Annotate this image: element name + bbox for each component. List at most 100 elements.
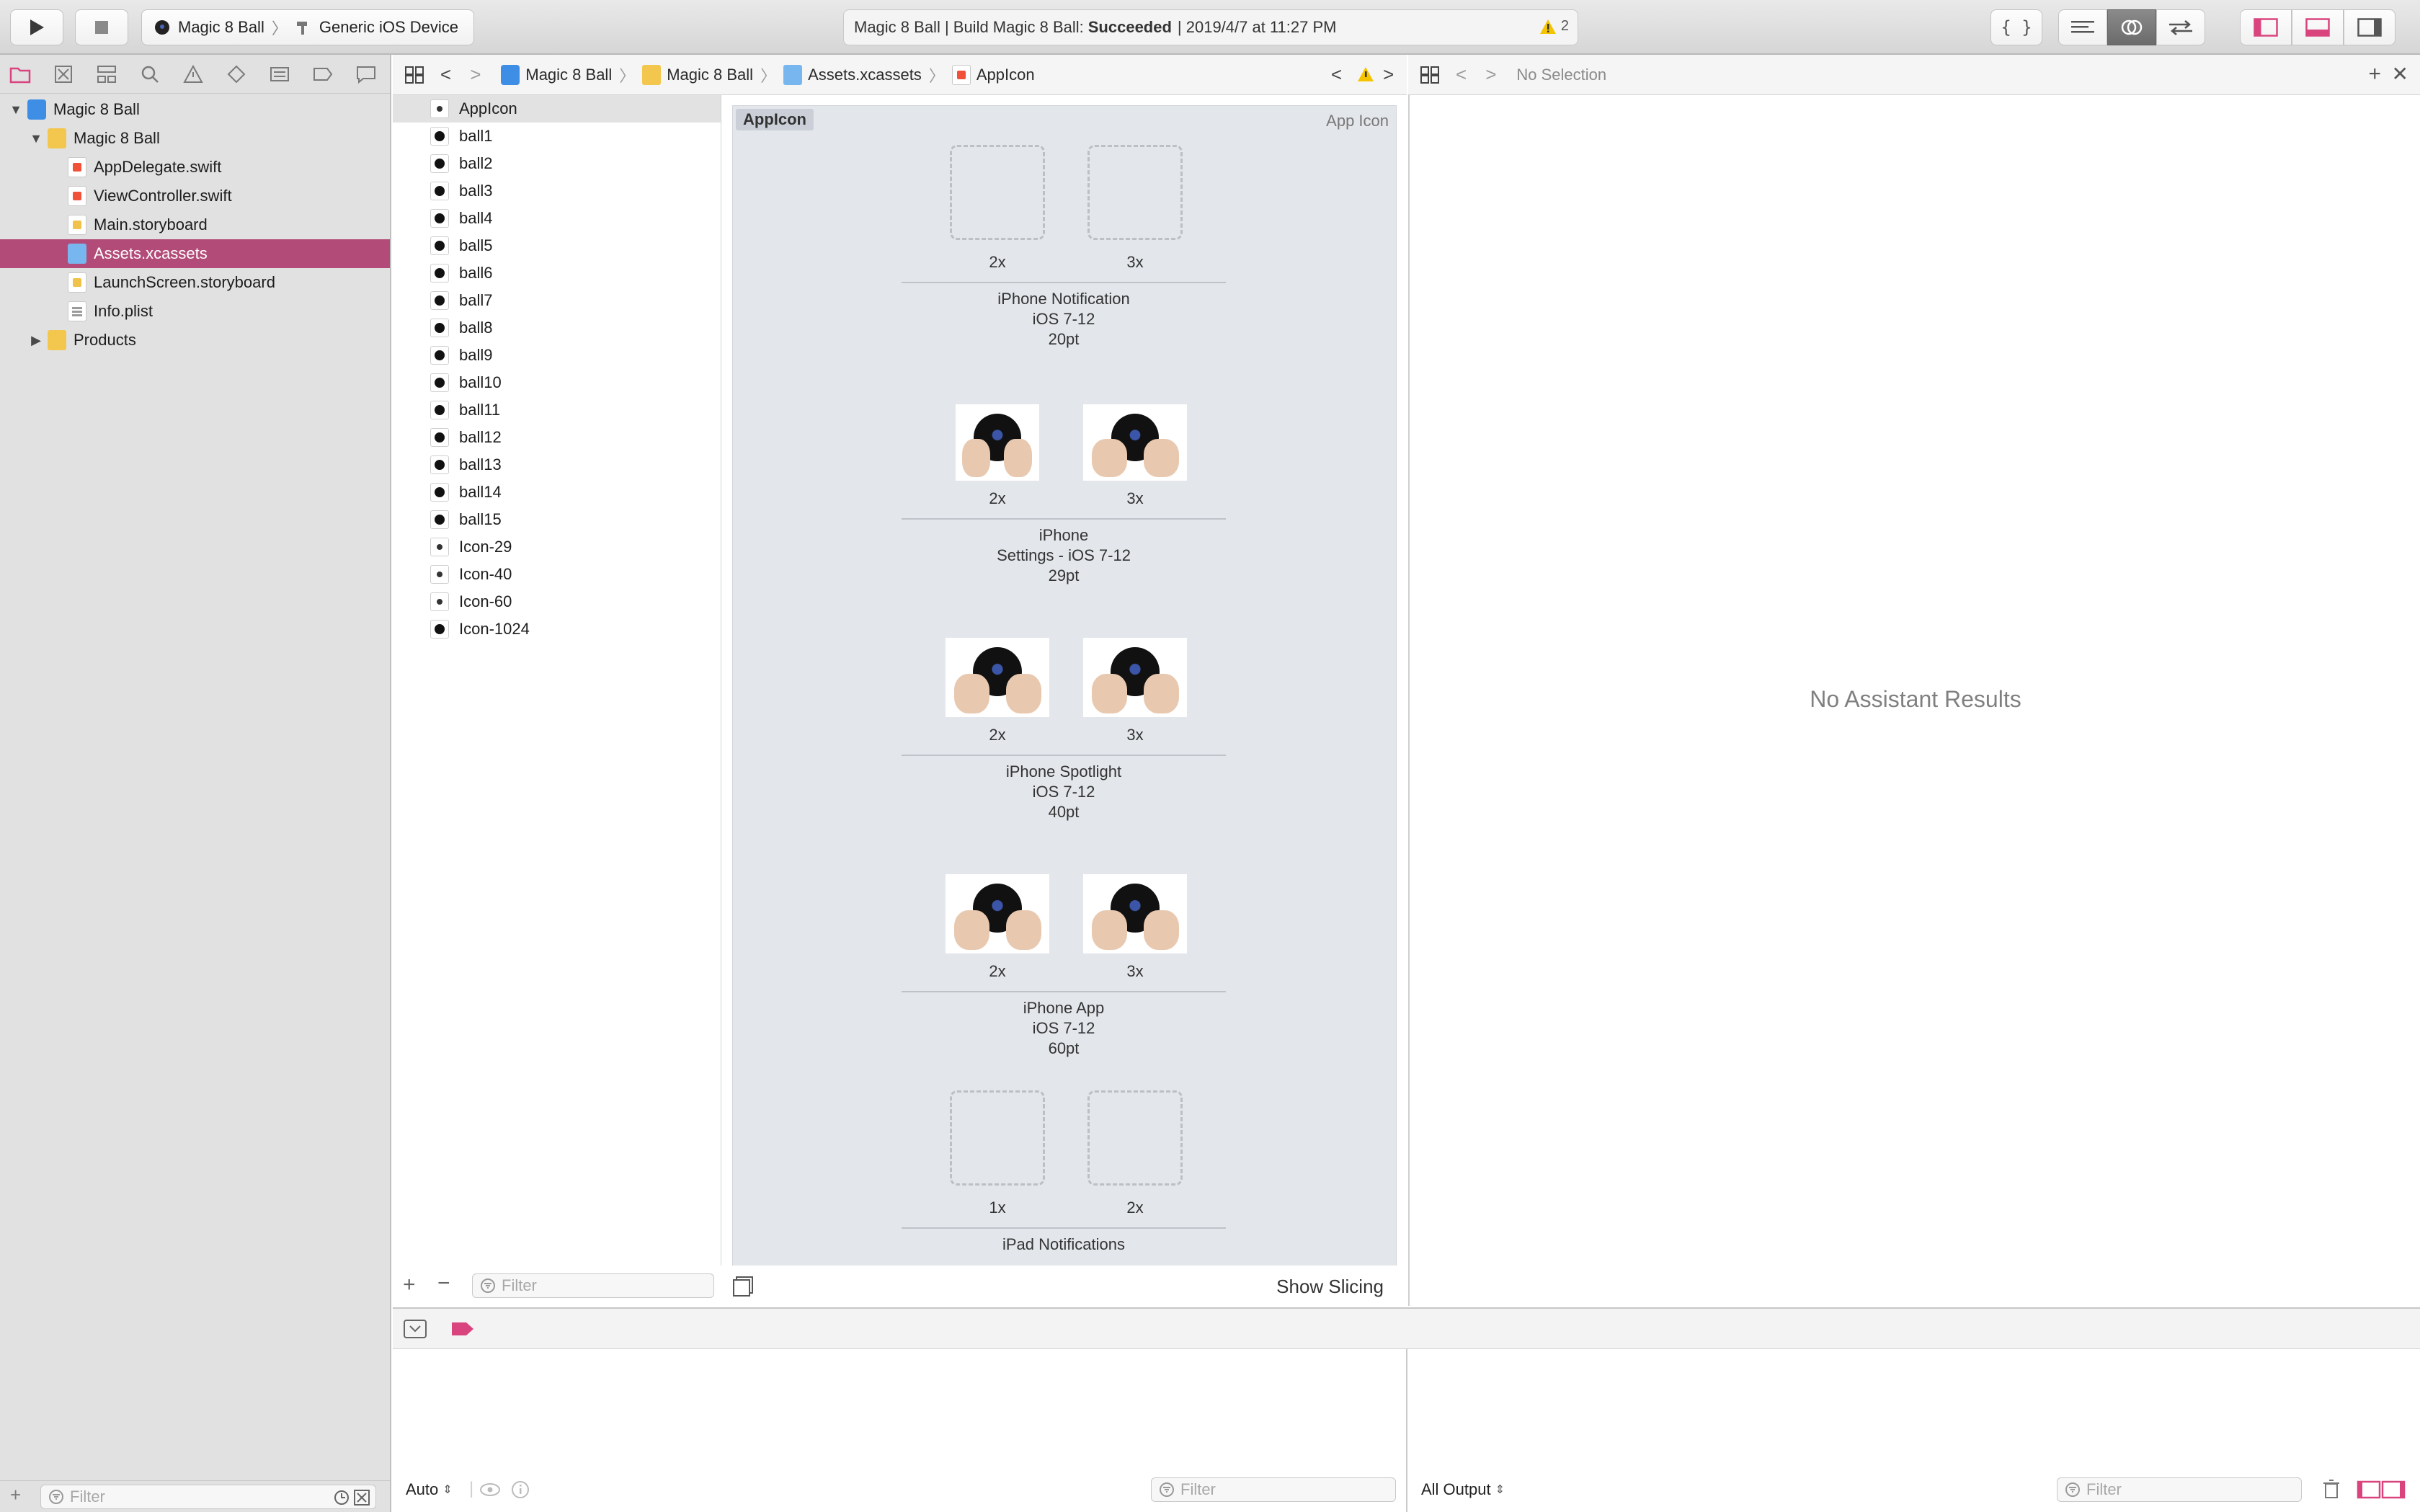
issue-icon[interactable] xyxy=(182,63,205,86)
scheme-selector[interactable]: Magic 8 Ball 〉 Generic iOS Device xyxy=(141,9,474,45)
forward-icon[interactable]: > xyxy=(1485,63,1496,86)
show-slicing-button[interactable]: Show Slicing xyxy=(1276,1276,1384,1298)
debug-icon[interactable] xyxy=(268,63,291,86)
warning-indicator[interactable]: 2 xyxy=(1539,18,1569,35)
asset-item[interactable]: ball12 xyxy=(393,424,721,451)
asset-item[interactable]: ball2 xyxy=(393,150,721,177)
magic-8-ball-icon-image[interactable] xyxy=(946,638,1049,717)
navigator-filter-field[interactable]: Filter xyxy=(40,1485,376,1509)
asset-item-label: ball7 xyxy=(459,291,493,309)
eye-icon[interactable] xyxy=(479,1482,501,1498)
add-editor-icon[interactable]: + xyxy=(2368,62,2381,86)
disclosure-open-icon[interactable]: ▼ xyxy=(29,131,43,146)
tree-item[interactable]: LaunchScreen.storyboard xyxy=(0,268,390,297)
source-control-icon[interactable] xyxy=(52,63,75,86)
magic-8-ball-icon-image[interactable] xyxy=(1083,404,1187,481)
crumb-catalog[interactable]: Assets.xcassets xyxy=(783,64,922,85)
version-editor-button[interactable] xyxy=(2156,9,2205,45)
tree-item[interactable]: ▼ Magic 8 Ball xyxy=(0,124,390,153)
assistant-editor-button[interactable] xyxy=(2107,9,2156,45)
report-icon[interactable] xyxy=(355,63,378,86)
toggle-debug-button[interactable] xyxy=(2292,9,2344,45)
asset-item[interactable]: ball11 xyxy=(393,396,721,424)
warning-icon[interactable] xyxy=(1357,66,1374,82)
asset-item[interactable]: ball5 xyxy=(393,232,721,259)
remove-asset-icon[interactable]: − xyxy=(437,1273,450,1294)
toggle-navigator-button[interactable] xyxy=(2240,9,2292,45)
back-icon[interactable]: < xyxy=(440,63,451,86)
tree-item[interactable]: ▼ Magic 8 Ball xyxy=(0,95,390,124)
split-console-icon[interactable] xyxy=(2357,1480,2407,1499)
clock-icon[interactable] xyxy=(334,1490,350,1506)
asset-item[interactable]: ball4 xyxy=(393,205,721,232)
asset-item[interactable]: Icon-60 xyxy=(393,588,721,615)
tree-item[interactable]: Assets.xcassets xyxy=(0,239,390,268)
hide-debug-area-icon[interactable] xyxy=(403,1319,427,1339)
related-items-icon[interactable] xyxy=(1420,66,1440,84)
asset-item[interactable]: ball14 xyxy=(393,479,721,506)
asset-item[interactable]: ball6 xyxy=(393,259,721,287)
tree-item[interactable]: AppDelegate.swift xyxy=(0,153,390,182)
asset-item[interactable]: Icon-40 xyxy=(393,561,721,588)
asset-item[interactable]: ball7 xyxy=(393,287,721,314)
next-issue-icon[interactable]: > xyxy=(1383,63,1394,86)
trash-icon[interactable] xyxy=(2322,1479,2341,1499)
tree-item[interactable]: ▶ Products xyxy=(0,326,390,355)
tree-item[interactable]: Info.plist xyxy=(0,297,390,326)
plus-icon[interactable]: + xyxy=(10,1485,21,1504)
search-icon[interactable] xyxy=(138,63,161,86)
add-asset-icon[interactable]: + xyxy=(403,1274,416,1296)
empty-icon-slot[interactable] xyxy=(950,1090,1045,1186)
asset-item[interactable]: Icon-29 xyxy=(393,533,721,561)
disclosure-open-icon[interactable]: ▼ xyxy=(9,102,23,117)
back-icon[interactable]: < xyxy=(1456,63,1467,86)
symbol-icon[interactable] xyxy=(95,63,118,86)
related-items-icon[interactable] xyxy=(404,66,424,84)
asset-filter-field[interactable]: Filter xyxy=(472,1273,714,1298)
library-button[interactable]: { } xyxy=(1990,9,2042,45)
previous-issue-icon[interactable]: < xyxy=(1331,63,1342,86)
close-icon[interactable]: ✕ xyxy=(2392,62,2408,86)
breakpoint-icon[interactable] xyxy=(311,63,334,86)
asset-item[interactable]: ball13 xyxy=(393,451,721,479)
console-filter-field[interactable]: Filter xyxy=(2057,1477,2302,1502)
empty-icon-slot[interactable] xyxy=(1087,145,1183,240)
empty-icon-slot[interactable] xyxy=(950,145,1045,240)
magic-8-ball-icon-image[interactable] xyxy=(1083,874,1187,953)
test-icon[interactable] xyxy=(225,63,248,86)
slicing-icon[interactable] xyxy=(732,1276,754,1297)
tree-item[interactable]: ViewController.swift xyxy=(0,182,390,210)
asset-item[interactable]: ball15 xyxy=(393,506,721,533)
asset-item[interactable]: AppIcon xyxy=(393,95,721,123)
asset-item[interactable]: ball3 xyxy=(393,177,721,205)
magic-8-ball-icon-image[interactable] xyxy=(956,404,1039,481)
tree-item[interactable]: Main.storyboard xyxy=(0,210,390,239)
folder-icon[interactable] xyxy=(9,63,32,86)
breakpoints-toggle-icon[interactable] xyxy=(450,1320,475,1338)
disclosure-closed-icon[interactable]: ▶ xyxy=(29,333,43,348)
asset-catalog-icon xyxy=(783,64,803,85)
magic-8-ball-icon-image[interactable] xyxy=(1083,638,1187,717)
toggle-inspector-button[interactable] xyxy=(2344,9,2395,45)
asset-item[interactable]: Icon-1024 xyxy=(393,615,721,643)
magic-8-ball-icon-image[interactable] xyxy=(946,874,1049,953)
asset-item[interactable]: ball8 xyxy=(393,314,721,342)
variables-filter-field[interactable]: Filter xyxy=(1151,1477,1396,1502)
crumb-project[interactable]: Magic 8 Ball xyxy=(501,64,612,85)
stop-button[interactable] xyxy=(75,9,128,45)
asset-item[interactable]: ball1 xyxy=(393,123,721,150)
empty-icon-slot[interactable] xyxy=(1087,1090,1183,1186)
crumb-asset[interactable]: AppIcon xyxy=(951,64,1035,85)
info-icon[interactable] xyxy=(511,1480,530,1499)
forward-icon[interactable]: > xyxy=(470,63,481,86)
asset-item[interactable]: ball10 xyxy=(393,369,721,396)
activity-viewer[interactable]: Magic 8 Ball | Build Magic 8 Ball: Succe… xyxy=(843,9,1578,45)
console-scope-selector[interactable]: All Output ⇕ xyxy=(1421,1480,1505,1499)
crumb-group[interactable]: Magic 8 Ball xyxy=(642,64,753,85)
run-button[interactable] xyxy=(10,9,63,45)
source-control-filter-icon[interactable] xyxy=(354,1490,370,1506)
asset-item[interactable]: ball9 xyxy=(393,342,721,369)
variables-scope-selector[interactable]: Auto ⇕ xyxy=(406,1480,453,1499)
standard-editor-button[interactable] xyxy=(2058,9,2107,45)
image-thumbnail xyxy=(430,319,449,337)
